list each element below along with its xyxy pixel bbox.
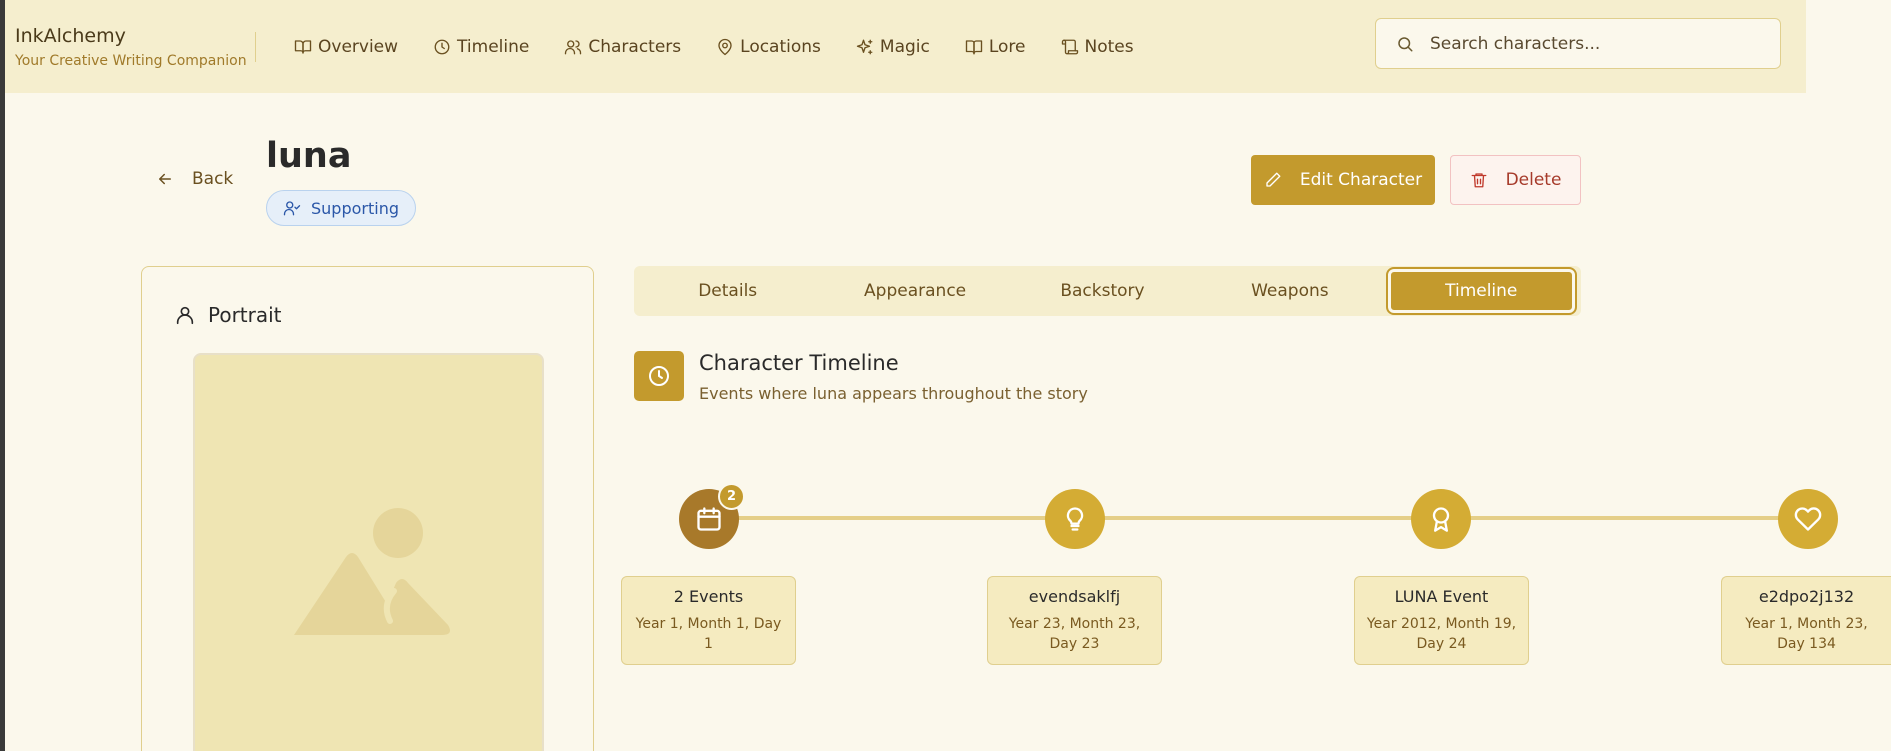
app-name: InkAlchemy [15, 24, 126, 47]
map-pin-icon [718, 38, 732, 55]
award-icon [1432, 507, 1450, 532]
lightbulb-icon [1066, 507, 1084, 531]
user-icon [176, 306, 194, 325]
portrait-placeholder[interactable] [193, 353, 544, 751]
timeline-event-card[interactable]: 2 Events Year 1, Month 1, Day 1 [621, 576, 796, 665]
nav-label: Timeline [457, 36, 530, 57]
window-edge [0, 0, 5, 751]
nav-item-lore[interactable]: Lore [965, 37, 1026, 57]
nav-label: Magic [879, 36, 930, 57]
nav-item-overview[interactable]: Overview [294, 37, 398, 57]
delete-label: Delete [1505, 170, 1562, 190]
role-badge: Supporting [266, 190, 416, 226]
tab-timeline[interactable]: Timeline [1385, 267, 1577, 315]
delete-button[interactable]: Delete [1450, 155, 1581, 205]
timeline-subtitle: Events where luna appears throughout the… [699, 384, 1088, 403]
arrow-left-icon [159, 173, 171, 185]
event-count-badge: 2 [718, 483, 745, 510]
top-nav-bar: InkAlchemy Your Creative Writing Compani… [5, 0, 1806, 93]
nav-label: Locations [740, 36, 821, 57]
sparkles-icon [856, 39, 873, 54]
search-input[interactable] [1430, 33, 1750, 54]
nav-item-locations[interactable]: Locations [716, 37, 821, 57]
timeline-node-2[interactable] [1045, 489, 1105, 549]
timeline-node-4[interactable] [1778, 489, 1838, 549]
tab-backstory[interactable]: Backstory [1009, 266, 1196, 316]
scroll-icon [1061, 39, 1078, 54]
edit-character-button[interactable]: Edit Character [1251, 155, 1435, 205]
trash-icon [1471, 173, 1486, 188]
event-name: evendsaklfj [1028, 587, 1121, 606]
timeline-event-card[interactable]: evendsaklfj Year 23, Month 23, Day 23 [987, 576, 1162, 665]
main-nav: Overview Timeline Characters Locations M… [294, 37, 1169, 57]
heart-icon [1794, 507, 1822, 531]
timeline-title: Character Timeline [699, 351, 899, 375]
nav-label: Characters [588, 36, 682, 57]
back-label: Back [192, 169, 234, 189]
app-tagline: Your Creative Writing Companion [15, 52, 247, 69]
nav-item-timeline[interactable]: Timeline [433, 37, 529, 57]
nav-label: Lore [988, 36, 1026, 57]
portrait-title: Portrait [208, 303, 282, 327]
users-icon [565, 39, 582, 54]
image-placeholder-icon [294, 508, 450, 635]
timeline-event-card[interactable]: e2dpo2j132 Year 1, Month 23, Day 134 [1721, 576, 1891, 665]
portrait-heading: Portrait [174, 303, 282, 327]
tab-appearance[interactable]: Appearance [821, 266, 1008, 316]
book-icon [965, 39, 983, 54]
event-name: e2dpo2j132 [1758, 587, 1855, 606]
portrait-card: Portrait [141, 266, 594, 751]
timeline-event-card[interactable]: LUNA Event Year 2012, Month 19, Day 24 [1354, 576, 1529, 665]
calendar-icon [697, 507, 721, 531]
pencil-icon [1266, 172, 1281, 187]
tab-weapons[interactable]: Weapons [1196, 266, 1383, 316]
event-name: LUNA Event [1394, 587, 1489, 606]
clock-icon [434, 39, 450, 54]
back-button[interactable]: Back [156, 169, 233, 189]
user-check-icon [283, 201, 301, 216]
role-badge-label: Supporting [311, 198, 399, 218]
nav-item-notes[interactable]: Notes [1061, 37, 1134, 57]
edit-label: Edit Character [1299, 170, 1423, 190]
search-box [1375, 18, 1781, 69]
event-date: Year 1, Month 23, Day 134 [1745, 616, 1868, 652]
nav-item-characters[interactable]: Characters [564, 37, 681, 57]
brand[interactable]: InkAlchemy Your Creative Writing Compani… [15, 25, 255, 69]
tab-details[interactable]: Details [634, 266, 821, 316]
character-tabs: Details Appearance Backstory Weapons Tim… [634, 266, 1581, 316]
event-date: Year 23, Month 23, Day 23 [1008, 616, 1141, 652]
event-date: Year 1, Month 1, Day 1 [635, 616, 782, 652]
timeline-node-3[interactable] [1411, 489, 1471, 549]
nav-label: Notes [1084, 36, 1134, 57]
event-name: 2 Events [673, 587, 744, 606]
search-icon [1398, 36, 1413, 51]
timeline-track [710, 516, 1810, 520]
page-title: luna [266, 136, 352, 176]
clock-icon [649, 366, 669, 386]
event-date: Year 2012, Month 19, Day 24 [1366, 616, 1517, 652]
nav-item-magic[interactable]: Magic [856, 37, 930, 57]
book-open-icon [294, 39, 312, 54]
divider [255, 31, 256, 62]
timeline-header-badge [634, 351, 684, 401]
nav-label: Overview [318, 36, 399, 57]
